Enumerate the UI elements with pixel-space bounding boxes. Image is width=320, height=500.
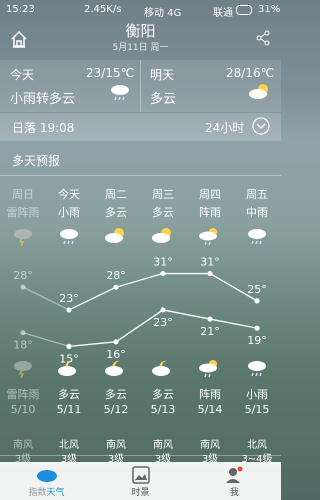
nav-weather-label: 天气 <box>46 488 65 498</box>
high-temp-label: 31° <box>153 256 173 269</box>
user-icon <box>226 466 243 483</box>
nav-scenes[interactable]: 时景 <box>94 462 187 500</box>
nav-weather[interactable]: 指数天气 <box>0 462 93 500</box>
low-temp-point <box>207 316 213 322</box>
image-icon <box>132 466 150 484</box>
low-temp-label: 23° <box>153 316 173 329</box>
low-temp-label: 19° <box>247 334 267 347</box>
nav-me-label: 我 <box>229 488 239 498</box>
bottom-nav: 指数天气 时景 我 <box>0 462 281 500</box>
high-temp-label: 25° <box>247 283 267 296</box>
high-temp-label: 28° <box>13 269 33 282</box>
low-temp-point <box>20 330 26 336</box>
low-temp-point <box>113 339 119 345</box>
high-temp-label: 31° <box>200 256 220 269</box>
nav-index-label: 指数 <box>28 488 47 498</box>
low-temp-label: 21° <box>200 325 220 338</box>
low-temp-point <box>66 343 72 349</box>
low-temp-label: 18° <box>13 339 33 352</box>
low-temp-label: 15° <box>59 352 79 365</box>
cloud-icon <box>37 470 57 482</box>
low-temp-label: 16° <box>106 348 126 361</box>
low-temp-segment <box>68 341 117 347</box>
divider <box>0 455 281 456</box>
temperature-chart: 28° 18° 23° 15° 28° 16° 31° 23° 31° 21° 25° 19° <box>13 256 267 366</box>
high-temp-point <box>20 284 26 290</box>
high-temp-point <box>113 284 119 290</box>
nav-me[interactable]: 我 <box>188 462 281 500</box>
high-temp-point <box>160 270 166 277</box>
high-temp-label: 28° <box>106 269 126 282</box>
low-temp-point <box>160 307 166 313</box>
high-temp-point <box>207 270 213 277</box>
low-temp-point <box>254 325 260 331</box>
high-temp-point <box>66 307 72 313</box>
high-temp-label: 23° <box>59 292 79 305</box>
high-temp-point <box>254 298 260 304</box>
nav-scenes-label: 时景 <box>131 488 150 498</box>
